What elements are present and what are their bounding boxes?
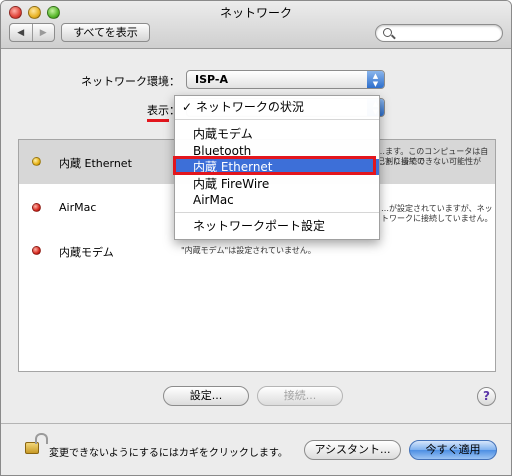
assistant-button[interactable]: アシスタント... <box>304 440 401 460</box>
search-field[interactable] <box>375 24 503 42</box>
connect-button[interactable]: 接続... <box>257 386 343 406</box>
status-indicator-icon <box>32 157 41 166</box>
menu-item-airmac[interactable]: AirMac <box>175 192 379 208</box>
annotation-highlight-box <box>173 156 376 175</box>
interface-name: 内蔵 Ethernet <box>59 157 132 170</box>
menu-separator <box>175 212 379 213</box>
location-value: ISP-A <box>195 73 228 86</box>
menu-item-internal-modem[interactable]: 内蔵モデム <box>175 126 379 142</box>
menu-item-network-status[interactable]: ✓ ネットワークの状況 <box>175 99 379 115</box>
back-forward-control: ◀ ▶ <box>9 23 55 42</box>
annotation-underline <box>147 119 169 122</box>
lock-description: 変更できないようにするにはカギをクリックします。 <box>49 448 288 459</box>
interface-status: "内蔵モデム"は設定されていません。 <box>181 246 316 255</box>
menu-item-internal-firewire[interactable]: 内蔵 FireWire <box>175 176 379 192</box>
divider <box>1 423 511 424</box>
help-button[interactable]: ? <box>477 387 496 406</box>
interface-status: …トに接続できない可能性が <box>377 157 481 166</box>
network-preferences-window: ネットワーク ◀ ▶ すべてを表示 ネットワーク環境： ISP-A ▲ ▼ 表示：… <box>0 0 512 476</box>
location-label: ネットワーク環境： <box>81 75 180 88</box>
status-indicator-icon <box>32 203 41 212</box>
location-popup[interactable]: ISP-A ▲ ▼ <box>186 70 385 89</box>
show-all-button[interactable]: すべてを表示 <box>61 23 150 42</box>
interface-status: …が設定されていますが、ネットワークに接続していません。 <box>381 204 493 223</box>
lock-icon[interactable] <box>25 442 39 454</box>
menu-item-port-settings[interactable]: ネットワークポート設定 <box>175 218 379 234</box>
forward-arrow-icon[interactable]: ▶ <box>31 24 55 41</box>
back-arrow-icon[interactable]: ◀ <box>10 24 32 41</box>
search-icon <box>383 28 392 37</box>
title-toolbar: ネットワーク ◀ ▶ すべてを表示 <box>1 1 511 49</box>
configure-button[interactable]: 設定... <box>163 386 249 406</box>
menu-separator <box>175 119 379 120</box>
interface-name: 内蔵モデム <box>59 246 114 259</box>
status-indicator-icon <box>32 246 41 255</box>
window-title: ネットワーク <box>219 6 292 20</box>
apply-now-button[interactable]: 今すぐ適用 <box>409 440 497 460</box>
popup-arrows-icon: ▲▼ <box>367 71 384 88</box>
interface-name: AirMac <box>59 201 97 214</box>
